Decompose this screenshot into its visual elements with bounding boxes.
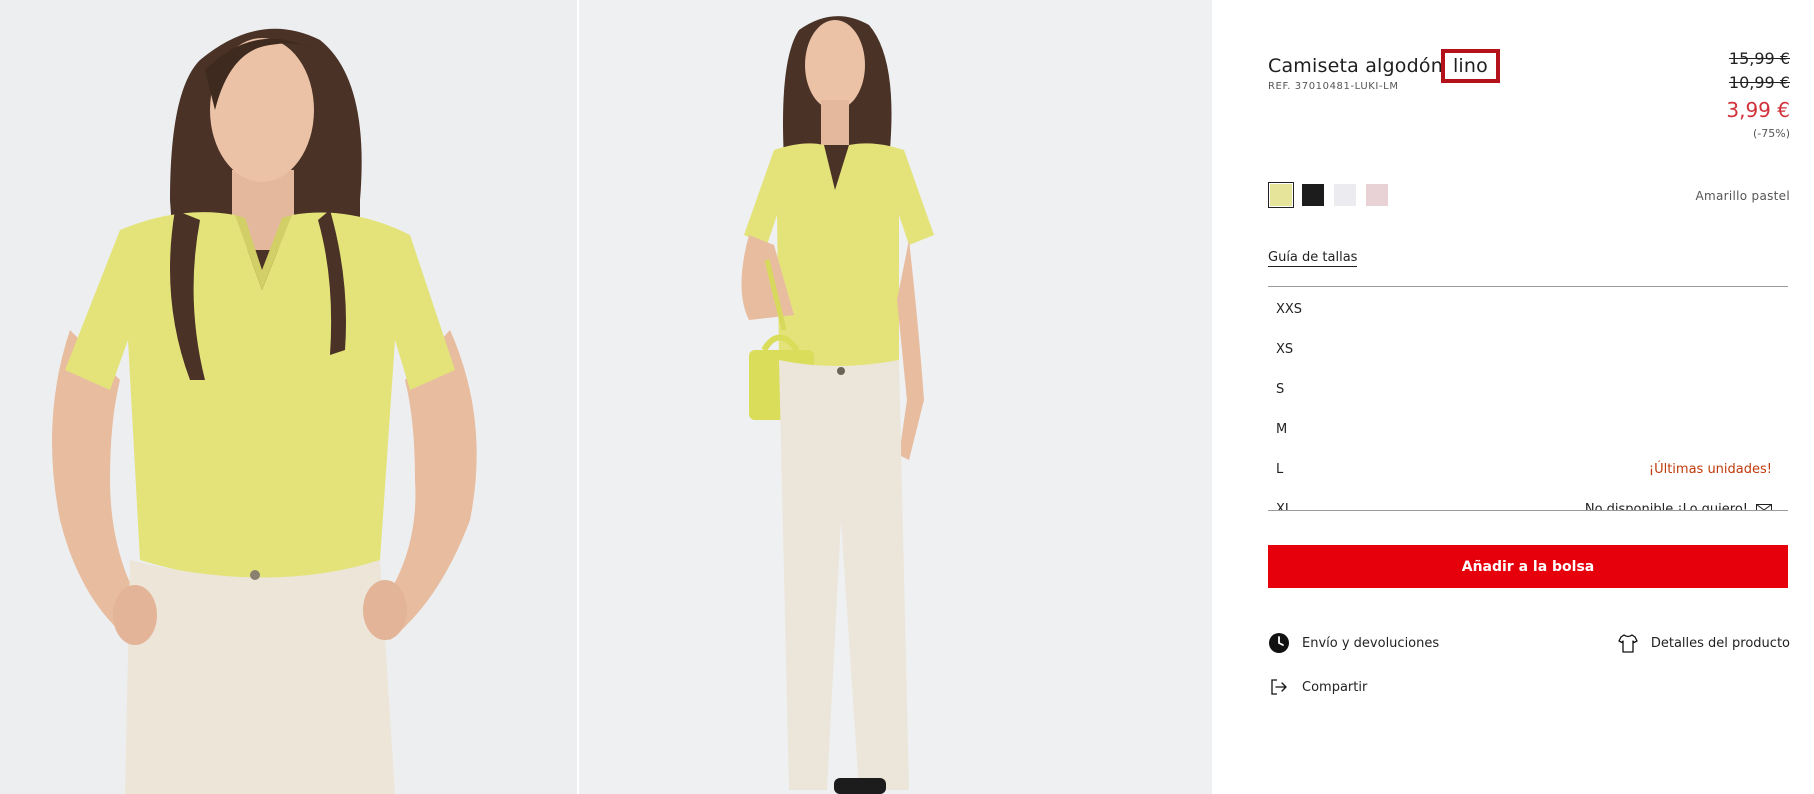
size-option-s[interactable]: S bbox=[1268, 369, 1788, 409]
size-label: L bbox=[1276, 461, 1284, 477]
notify-me-label: No disponible ¡Lo quiero! bbox=[1584, 501, 1748, 511]
add-to-bag-button[interactable]: Añadir a la bolsa bbox=[1268, 545, 1788, 588]
size-guide-link[interactable]: Guía de tallas bbox=[1268, 250, 1358, 267]
product-details-label: Detalles del producto bbox=[1650, 635, 1790, 651]
sale-price: 3,99 € bbox=[1726, 98, 1790, 122]
tshirt-icon bbox=[1618, 634, 1638, 653]
selected-color-name: Amarillo pastel bbox=[1695, 189, 1790, 203]
size-label: M bbox=[1276, 421, 1288, 437]
size-option-m[interactable]: M bbox=[1268, 409, 1788, 449]
size-label: XS bbox=[1276, 341, 1294, 357]
size-label: S bbox=[1276, 381, 1285, 397]
previous-price: 10,99 € bbox=[1728, 73, 1790, 92]
size-label: XXS bbox=[1276, 301, 1303, 317]
product-gallery bbox=[0, 0, 1212, 794]
model-full-body-image bbox=[579, 0, 1212, 794]
discount-percentage: (-75%) bbox=[1752, 127, 1790, 140]
size-list: XXS XS S M L ¡Últimas unidades! XL No di… bbox=[1268, 286, 1788, 511]
size-option-xs[interactable]: XS bbox=[1268, 329, 1788, 369]
notify-me[interactable]: No disponible ¡Lo quiero! bbox=[1584, 501, 1772, 511]
shipping-returns-link[interactable]: Envío y devoluciones bbox=[1268, 632, 1439, 654]
product-details-link[interactable]: Detalles del producto bbox=[1617, 632, 1790, 654]
size-option-l[interactable]: L ¡Últimas unidades! bbox=[1268, 449, 1788, 489]
share-icon bbox=[1271, 679, 1287, 695]
model-closeup-image bbox=[0, 0, 577, 794]
product-photo-full[interactable] bbox=[579, 0, 1212, 794]
shipping-returns-label: Envío y devoluciones bbox=[1302, 635, 1440, 651]
product-title-text: Camiseta algodón bbox=[1268, 55, 1443, 77]
size-option-xl[interactable]: XL No disponible ¡Lo quiero! bbox=[1268, 489, 1788, 511]
swatch-yellow[interactable] bbox=[1268, 182, 1294, 208]
clock-icon bbox=[1269, 633, 1289, 653]
product-title: Camiseta algodón lino bbox=[1268, 49, 1500, 83]
original-price: 15,99 € bbox=[1728, 49, 1790, 68]
swatch-white[interactable] bbox=[1334, 184, 1356, 206]
swatch-pink[interactable] bbox=[1366, 184, 1388, 206]
share-label: Compartir bbox=[1302, 679, 1368, 695]
product-photo-front[interactable] bbox=[0, 0, 577, 794]
size-option-xxs[interactable]: XXS bbox=[1268, 289, 1788, 329]
size-label: XL bbox=[1276, 501, 1293, 511]
mail-icon bbox=[1756, 503, 1772, 510]
title-highlight-box: lino bbox=[1440, 49, 1500, 83]
swatch-black[interactable] bbox=[1302, 184, 1324, 206]
product-info-panel: Camiseta algodón lino REF. 37010481-LUKI-… bbox=[1268, 0, 1790, 794]
product-reference: REF. 37010481-LUKI-LM bbox=[1268, 81, 1399, 92]
last-units-badge: ¡Últimas unidades! bbox=[1648, 461, 1772, 477]
price-block: 15,99 € 10,99 € 3,99 € (-75%) bbox=[1726, 47, 1790, 143]
color-swatches bbox=[1268, 182, 1388, 208]
share-link[interactable]: Compartir bbox=[1268, 676, 1367, 698]
